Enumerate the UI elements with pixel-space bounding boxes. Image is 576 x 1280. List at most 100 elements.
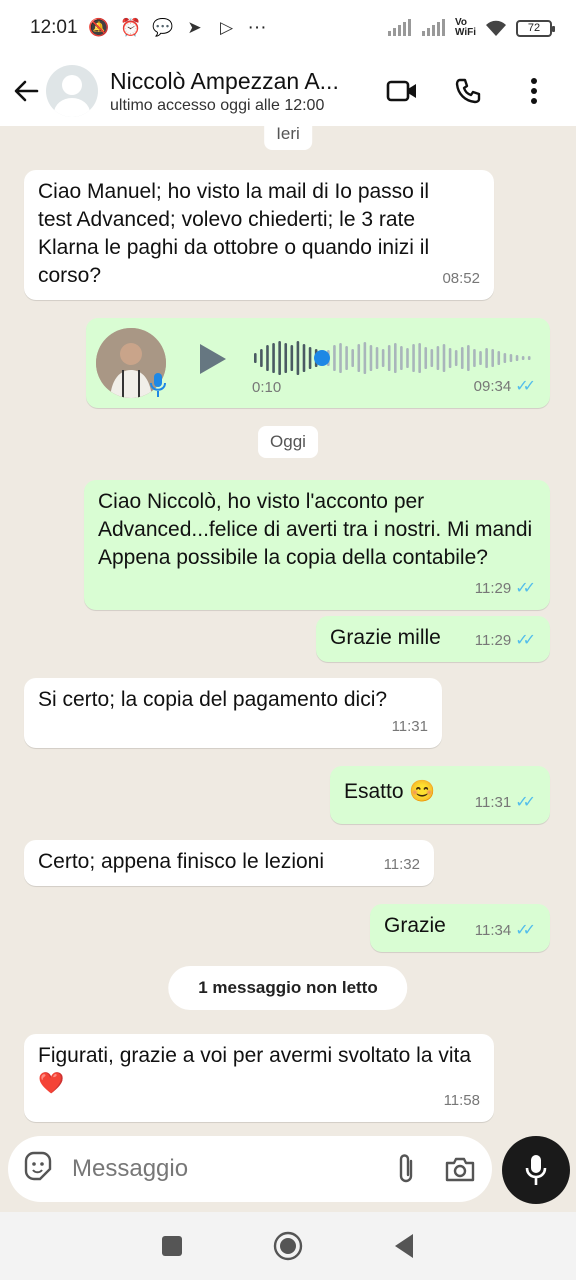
waveform-bar (454, 350, 458, 366)
message-time: 11:32 (383, 856, 420, 873)
message-time: 08:52 (442, 270, 480, 287)
recents-button-icon[interactable] (161, 1235, 183, 1257)
camera-icon[interactable] (442, 1151, 478, 1187)
waveform-bar (515, 355, 519, 361)
attach-icon[interactable] (388, 1151, 424, 1187)
waveform-bar (284, 343, 288, 373)
waveform-bar (442, 344, 446, 372)
read-ticks-icon: ✓✓ (515, 632, 536, 649)
message-time: 11:34 (474, 922, 512, 939)
waveform-bar (369, 345, 373, 371)
message-time: 11:58 (443, 1092, 480, 1109)
waveform-bar (254, 353, 257, 363)
waveform-bar (302, 344, 306, 372)
message-text: Certo; appena finisco le lezioni (38, 850, 325, 873)
message-time: 11:29 (474, 580, 512, 597)
read-ticks-icon: ✓✓ (515, 580, 536, 597)
message-text: Ciao Niccolò, ho visto l'acconto per Adv… (98, 490, 533, 569)
alarm-icon: ⏰ (119, 18, 142, 37)
voice-record-button[interactable] (502, 1136, 570, 1204)
back-arrow-icon[interactable] (12, 77, 40, 105)
play-store-icon: ▷ (220, 18, 234, 37)
waveform-bar (290, 345, 294, 371)
message-input[interactable]: Messaggio (72, 1155, 370, 1183)
waveform-bar (260, 349, 263, 367)
waveform-bar (430, 349, 434, 367)
sticker-icon[interactable] (22, 1151, 54, 1188)
mute-icon: 🔕 (87, 18, 110, 37)
message-bubble-incoming[interactable]: Si certo; la copia del pagamento dici? 1… (24, 678, 442, 748)
date-chip-today: Oggi (258, 426, 318, 458)
audio-waveform[interactable] (252, 340, 532, 376)
message-bubble-outgoing[interactable]: Ciao Niccolò, ho visto l'acconto per Adv… (84, 480, 550, 610)
date-chip-yesterday: Ieri (264, 126, 312, 150)
message-time: 11:31 (474, 794, 512, 811)
read-ticks-icon: ✓✓ (515, 378, 536, 395)
waveform-bar (436, 346, 440, 370)
playback-position-knob (314, 350, 330, 366)
wifi-icon (486, 20, 506, 36)
message-bubble-incoming[interactable]: Certo; appena finisco le lezioni 11:32 (24, 840, 434, 886)
waveform-bar (339, 343, 342, 373)
waveform-bar (375, 347, 379, 369)
microphone-icon (525, 1155, 547, 1185)
vowifi-indicator: Vo WiFi (454, 17, 476, 38)
waveform-bar (357, 344, 361, 372)
message-bubble-incoming[interactable]: Ciao Manuel; ho visto la mail di Io pass… (24, 170, 494, 300)
chat-header: Niccolò Ampezzan A... ultimo accesso ogg… (0, 56, 576, 126)
waveform-bar (497, 351, 501, 365)
message-text: Figurati, grazie a voi per avermi svolta… (38, 1044, 472, 1095)
waveform-bar (473, 349, 476, 367)
contact-info[interactable]: Niccolò Ampezzan A... ultimo accesso ogg… (110, 68, 368, 115)
waveform-bar (460, 347, 464, 369)
message-input-bar[interactable]: Messaggio (8, 1136, 492, 1202)
waveform-bar (308, 347, 312, 369)
waveform-bar (467, 345, 470, 371)
message-bubble-outgoing[interactable]: Grazie mille 11:29 ✓✓ (316, 616, 550, 662)
waveform-bar (296, 341, 300, 375)
message-text: Si certo; la copia del pagamento dici? (38, 688, 388, 711)
contact-avatar[interactable] (46, 65, 98, 117)
waveform-bar (272, 343, 275, 373)
battery-icon: 72 (516, 19, 555, 37)
play-button-icon[interactable] (198, 342, 228, 384)
message-bubble-outgoing[interactable]: Grazie 11:34 ✓✓ (370, 904, 550, 952)
waveform-bar (491, 349, 494, 367)
waveform-bar (509, 354, 513, 362)
chat-icon: 💬 (151, 18, 174, 37)
system-navigation-bar (0, 1212, 576, 1280)
voice-call-icon[interactable] (448, 71, 488, 111)
waveform-bar (503, 353, 507, 363)
signal-icon (387, 19, 411, 36)
read-ticks-icon: ✓✓ (515, 794, 536, 811)
waveform-bar (424, 347, 428, 369)
waveform-bar (345, 346, 348, 370)
waveform-bar (485, 348, 488, 368)
waveform-bar (387, 345, 391, 371)
waveform-bar (351, 349, 354, 367)
contact-name: Niccolò Ampezzan A... (110, 67, 339, 94)
message-text: Ciao Manuel; ho visto la mail di Io pass… (38, 180, 430, 287)
read-ticks-icon: ✓✓ (515, 922, 536, 939)
back-button-icon[interactable] (393, 1233, 415, 1259)
chat-area[interactable]: Ieri Ciao Manuel; ho visto la mail di Io… (0, 126, 576, 1136)
waveform-bar (266, 345, 269, 371)
message-bubble-incoming[interactable]: Figurati, grazie a voi per avermi svolta… (24, 1034, 494, 1122)
message-time: 11:31 (391, 718, 428, 735)
waveform-bar (278, 341, 281, 375)
home-button-icon[interactable] (273, 1231, 303, 1261)
voice-message-bubble[interactable]: 0:10 09:34 ✓✓ (86, 318, 550, 408)
waveform-bar (521, 356, 525, 360)
waveform-bar (527, 356, 531, 360)
contact-last-seen: ultimo accesso oggi alle 12:00 (110, 96, 325, 114)
telegram-icon: ➤ (187, 18, 202, 37)
waveform-bar (333, 345, 336, 371)
waveform-bar (406, 348, 409, 368)
microphone-icon (150, 372, 166, 406)
voice-duration: 0:10 (252, 379, 282, 396)
video-call-icon[interactable] (382, 71, 422, 111)
more-options-icon[interactable] (514, 71, 554, 111)
waveform-bar (400, 346, 403, 370)
message-bubble-outgoing[interactable]: Esatto 😊 11:31 ✓✓ (330, 766, 550, 824)
message-time: 09:34 (473, 378, 512, 395)
